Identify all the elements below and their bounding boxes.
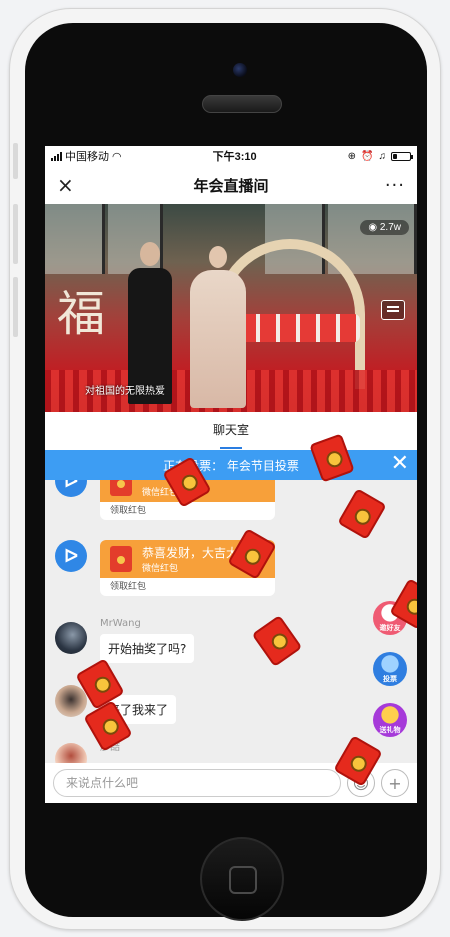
fu-character-decoration: 福: [57, 286, 106, 342]
volume-down-button: [13, 277, 18, 337]
nav-bar: × 年会直播间 ···: [45, 166, 417, 204]
gift-label: 送礼物: [379, 726, 401, 734]
avatar[interactable]: ᐅ: [55, 540, 87, 572]
volume-up-button: [13, 204, 18, 264]
host-man: [128, 242, 172, 404]
message-bubble: 开始抽奖了吗?: [100, 634, 195, 663]
view-count: ◉ 2.7w: [360, 220, 409, 235]
close-icon[interactable]: ×: [57, 173, 81, 197]
page-title: 年会直播间: [193, 176, 269, 195]
live-video-player[interactable]: 福 ◉ 2.7w 对祖国的无限热爱: [45, 204, 417, 412]
vote-button[interactable]: 投票: [373, 652, 407, 686]
red-envelope-icon: [110, 546, 132, 572]
avatar[interactable]: [55, 685, 87, 717]
wifi-icon: ◠: [112, 150, 122, 163]
alarm-icon: ⏰: [361, 150, 374, 162]
avatar[interactable]: [55, 622, 87, 654]
status-time: 下午3:10: [212, 151, 257, 163]
send-gift-button[interactable]: 送礼物: [373, 703, 407, 737]
host-woman: [190, 246, 246, 408]
more-icon[interactable]: ···: [381, 175, 405, 196]
battery-icon: [390, 151, 413, 161]
vote-label: 投票: [383, 675, 397, 683]
tab-bar: 聊天室: [45, 412, 417, 450]
vote-banner[interactable]: 正在投票： 年会节目投票 ✕: [45, 450, 417, 480]
close-icon[interactable]: ✕: [391, 452, 409, 476]
front-camera: [233, 63, 247, 77]
home-button[interactable]: [200, 837, 284, 921]
mute-switch: [13, 143, 18, 179]
video-window: [45, 204, 105, 274]
lock-rotation-icon: ⊕: [347, 150, 357, 162]
carrier-label: 中国移动: [65, 151, 109, 163]
chat-input[interactable]: 来说点什么吧: [53, 769, 341, 797]
invite-label: 邀好友: [379, 624, 401, 632]
plus-icon[interactable]: +: [381, 769, 409, 797]
danmaku-toggle-icon[interactable]: [381, 300, 405, 320]
red-packet-subtitle: 微信红包: [142, 564, 179, 574]
signal-icon: [51, 151, 62, 161]
headphones-icon: ♫: [378, 150, 386, 162]
tab-chatroom[interactable]: 聊天室: [213, 421, 249, 449]
claim-red-packet-label: 领取红包: [110, 582, 147, 592]
stage-lanterns: [240, 314, 360, 342]
earpiece-speaker: [202, 95, 282, 113]
status-bar: 中国移动 ◠ 下午3:10 ⊕ ⏰ ♫: [45, 146, 417, 166]
video-caption: 对祖国的无限热爱: [85, 386, 165, 397]
app-screen: 中国移动 ◠ 下午3:10 ⊕ ⏰ ♫ × 年会直播间 ··· 福 ◉ 2.7w…: [45, 146, 417, 803]
message-username: MrWang: [100, 618, 141, 629]
